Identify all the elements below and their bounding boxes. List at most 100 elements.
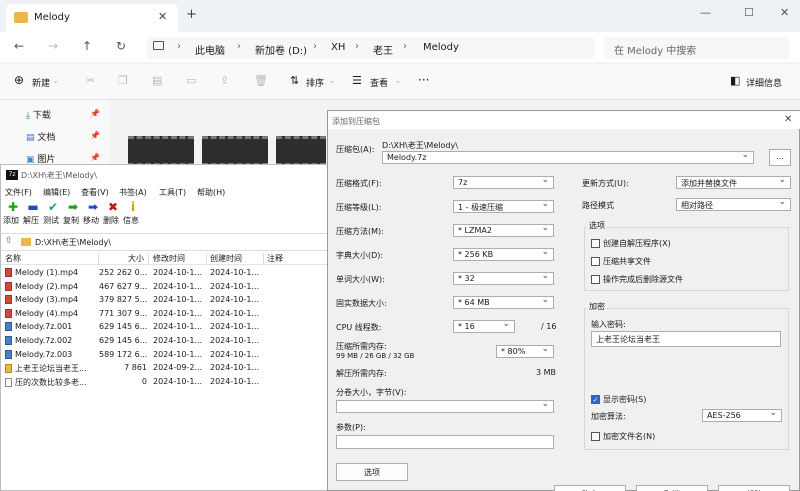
maximize-button[interactable]: ☐ — [744, 6, 754, 19]
checkbox[interactable] — [591, 239, 600, 248]
format-select[interactable]: 7z — [453, 176, 554, 189]
show-password-checkbox[interactable]: ✓ 显示密码(S) — [591, 394, 646, 405]
video-thumbnail[interactable] — [276, 136, 326, 166]
view-button[interactable]: 查看 — [370, 76, 388, 89]
new-button[interactable]: 新建 — [32, 76, 50, 89]
breadcrumb-item[interactable]: 新加卷 (D:) — [255, 42, 307, 57]
encryption-method-select[interactable]: AES-256 — [702, 409, 782, 422]
video-thumbnail[interactable] — [128, 136, 194, 166]
browse-button[interactable]: ... — [769, 149, 791, 166]
move-button[interactable]: ➡ 移动 — [83, 199, 102, 226]
menu-help[interactable]: 帮助(H) — [197, 187, 225, 198]
rename-icon[interactable]: ▭ — [186, 74, 196, 87]
dialog-close-icon[interactable]: ✕ — [784, 114, 792, 125]
tab-close-icon[interactable]: ✕ — [158, 10, 167, 23]
extract-button[interactable]: ▬ 解压 — [23, 199, 42, 226]
sfx-checkbox[interactable]: 创建自解压程序(X) — [591, 238, 671, 249]
refresh-icon[interactable]: ↻ — [116, 39, 126, 53]
memory-percent-select[interactable]: * 80% — [496, 345, 554, 358]
add-button[interactable]: ✚ 添加 — [3, 199, 22, 226]
back-arrow-icon[interactable]: ← — [14, 39, 24, 53]
shared-files-checkbox[interactable]: 压缩共享文件 — [591, 256, 651, 267]
test-button[interactable]: ✔ 测试 — [43, 199, 62, 226]
close-button[interactable]: ✕ — [780, 6, 789, 19]
split-volume-combo[interactable] — [336, 400, 554, 413]
file-name: 压的次数比较多老... — [5, 377, 99, 388]
pin-icon[interactable]: 📌 — [90, 131, 100, 140]
pin-icon[interactable]: 📌 — [90, 153, 100, 162]
table-row[interactable]: Melody.7z.002 629 145 6... 2024-10-1... 202… — [1, 335, 331, 349]
sort-button[interactable]: 排序 — [306, 76, 324, 89]
table-row[interactable]: Melody (1).mp4 252 262 0... 2024-10-1... 20… — [1, 267, 331, 281]
solid-size-select[interactable]: * 64 MB — [453, 296, 554, 309]
table-row[interactable]: Melody.7z.003 589 172 6... 2024-10-1... 202… — [1, 349, 331, 363]
sidebar-item-documents[interactable]: ▤ 文档 — [26, 130, 55, 143]
delete-button[interactable]: ✖ 删除 — [103, 199, 122, 226]
column-size[interactable]: 大小 — [99, 253, 149, 265]
info-button[interactable]: i 信息 — [123, 199, 142, 226]
checkbox[interactable] — [591, 257, 600, 266]
chevron-right-icon: › — [237, 41, 241, 52]
path-mode-select[interactable]: 相对路径 — [676, 198, 791, 211]
table-row[interactable]: 上老王论坛当老王... 7 861 2024-09-2... 2024-10-1... — [1, 362, 331, 376]
breadcrumb-item[interactable]: Melody — [423, 42, 459, 53]
breadcrumb[interactable]: › 此电脑 › 新加卷 (D:) › XH › 老王 › Melody — [147, 37, 595, 59]
menu-edit[interactable]: 编辑(E) — [43, 187, 70, 198]
ok-button[interactable]: 确定 — [554, 485, 626, 491]
level-select[interactable]: 1 - 极速压缩 — [453, 200, 554, 213]
breadcrumb-item[interactable]: 此电脑 — [195, 42, 225, 57]
column-name[interactable]: 名称 — [5, 253, 99, 265]
parameters-input[interactable] — [336, 435, 554, 449]
table-row[interactable]: 压的次数比较多老... 0 2024-10-1... 2024-10-1... — [1, 376, 331, 390]
checkbox[interactable] — [591, 432, 600, 441]
update-mode-select[interactable]: 添加并替换文件 — [676, 176, 791, 189]
password-input[interactable]: 上老王论坛当老王 — [591, 331, 781, 347]
dictionary-select[interactable]: * 256 KB — [453, 248, 554, 261]
archive-name-combo[interactable]: Melody.7z — [382, 151, 754, 164]
copy-icon[interactable]: ❐ — [118, 74, 128, 87]
up-arrow-icon[interactable]: ↑ — [82, 39, 92, 53]
forward-arrow-icon[interactable]: → — [48, 39, 58, 53]
column-comment[interactable]: 注释 — [267, 253, 327, 265]
table-row[interactable]: Melody.7z.001 629 145 6... 2024-10-1... 202… — [1, 321, 331, 335]
more-button[interactable]: ··· — [418, 73, 429, 87]
table-row[interactable]: Melody (3).mp4 379 827 5... 2024-10-1... 20… — [1, 294, 331, 308]
folder-up-icon[interactable]: ⇧ — [5, 236, 13, 246]
7zip-path-bar[interactable]: ⇧ D:\XH\老王\Melody\ — [1, 233, 331, 251]
method-select[interactable]: * LZMA2 — [453, 224, 554, 237]
share-icon[interactable]: ⇪ — [220, 74, 229, 87]
options-button[interactable]: 选项 — [336, 463, 408, 481]
paste-icon[interactable]: ▤ — [152, 74, 162, 87]
checkmark-icon[interactable]: ✓ — [591, 395, 600, 404]
cancel-button[interactable]: 取消 — [636, 485, 708, 491]
pin-icon[interactable]: 📌 — [90, 109, 100, 118]
table-row[interactable]: Melody (4).mp4 771 307 9... 2024-10-1... 20… — [1, 308, 331, 322]
add-to-archive-dialog: 添加到压缩包 ✕ 压缩包(A): D:\XH\老王\Melody\ Melody… — [327, 110, 800, 491]
menu-bookmarks[interactable]: 书签(A) — [119, 187, 147, 198]
threads-select[interactable]: * 16 — [453, 320, 515, 333]
breadcrumb-item[interactable]: XH — [331, 42, 345, 53]
minimize-button[interactable]: — — [700, 6, 711, 19]
explorer-tab[interactable]: Melody ✕ — [6, 4, 178, 32]
checkbox[interactable] — [591, 275, 600, 284]
sidebar-item-downloads[interactable]: ⤓ 下载 — [26, 108, 51, 121]
search-input[interactable]: 在 Melody 中搜索 — [604, 37, 790, 59]
breadcrumb-item[interactable]: 老王 — [373, 42, 393, 57]
help-button[interactable]: 帮助 — [718, 485, 790, 491]
video-thumbnail[interactable] — [202, 136, 268, 166]
copy-button[interactable]: ➡ 复制 — [63, 199, 82, 226]
delete-icon[interactable]: 🗑 — [254, 74, 268, 87]
column-created[interactable]: 创建时间 — [210, 253, 264, 265]
new-tab-button[interactable]: + — [186, 7, 197, 22]
table-row[interactable]: Melody (2).mp4 467 627 9... 2024-10-1... 20… — [1, 281, 331, 295]
word-size-select[interactable]: * 32 — [453, 272, 554, 285]
menu-file[interactable]: 文件(F) — [5, 187, 32, 198]
column-modified[interactable]: 修改时间 — [153, 253, 207, 265]
encrypt-names-checkbox[interactable]: 加密文件名(N) — [591, 431, 655, 442]
menu-tools[interactable]: 工具(T) — [159, 187, 186, 198]
7zip-path-text[interactable]: D:\XH\老王\Melody\ — [35, 237, 111, 248]
delete-after-checkbox[interactable]: 操作完成后删除源文件 — [591, 274, 683, 285]
details-button[interactable]: 详细信息 — [746, 76, 782, 89]
cut-icon[interactable]: ✂ — [86, 74, 95, 87]
menu-view[interactable]: 查看(V) — [81, 187, 109, 198]
